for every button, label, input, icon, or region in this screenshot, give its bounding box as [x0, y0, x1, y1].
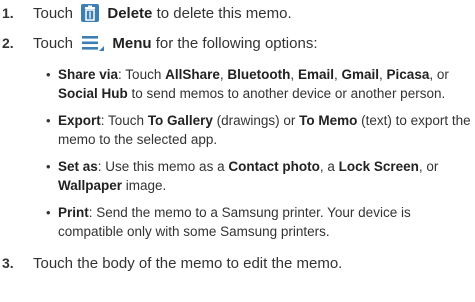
option-lock-screen: Lock Screen	[338, 159, 419, 174]
step-number: 1.	[2, 5, 14, 21]
option-wallpaper: Wallpaper	[58, 178, 123, 193]
term: Print	[58, 205, 89, 220]
text: compatible only with some Samsung printe…	[58, 224, 330, 239]
step-text: Touch	[33, 5, 74, 22]
trash-icon	[81, 4, 100, 22]
option-contact-photo: Contact photo	[228, 159, 320, 174]
bullet-dot: •	[46, 205, 51, 220]
text: : Touch	[118, 67, 166, 82]
option-gmail: Gmail	[341, 67, 380, 82]
term: Share via	[58, 67, 119, 82]
option-bluetooth: Bluetooth	[227, 67, 291, 82]
text: memo to the selected app.	[58, 132, 218, 147]
step-text: Touch	[33, 35, 74, 52]
bullet-dot: •	[46, 113, 51, 128]
bullet-dot: •	[46, 67, 51, 82]
bullet-dot: •	[46, 159, 51, 174]
option-to-memo: To Memo	[299, 113, 358, 128]
menu-label: Menu	[112, 35, 152, 52]
step-number: 3.	[2, 255, 14, 271]
option-social-hub: Social Hub	[58, 86, 128, 101]
term: Set as	[58, 159, 98, 174]
document-page: 1. Touch Delete to delete this memo. 2. …	[2, 4, 471, 272]
delete-label: Delete	[107, 5, 153, 22]
option-picasa: Picasa	[386, 67, 430, 82]
step-text: to delete this memo.	[156, 5, 292, 22]
step-text: for the following options:	[155, 35, 318, 52]
option-email: Email	[297, 67, 334, 82]
text: to send memos to another device or anoth…	[131, 86, 446, 101]
step-text: Touch the body of the memo to edit the m…	[33, 255, 343, 272]
step-number: 2.	[2, 35, 14, 51]
option-to-gallery: To Gallery	[147, 113, 213, 128]
menu-icon	[81, 34, 105, 52]
term: Export	[58, 113, 101, 128]
option-allshare: AllShare	[165, 67, 220, 82]
